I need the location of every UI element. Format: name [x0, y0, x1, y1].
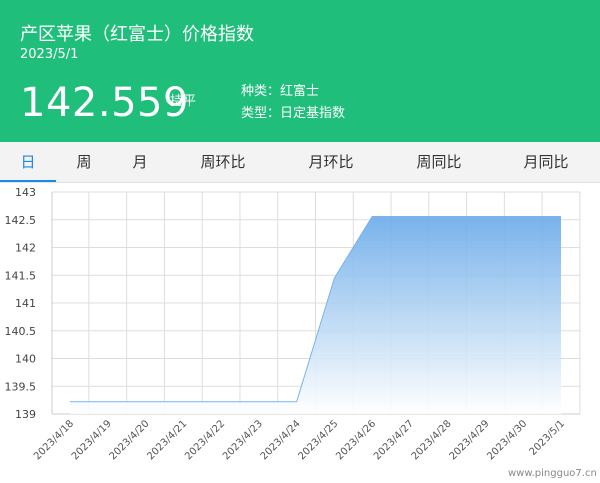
page-title: 产区苹果（红富士）价格指数 — [20, 24, 254, 45]
type-label: 类型：日定基指数 — [241, 106, 346, 121]
y-tick-label: 141.5 — [5, 269, 37, 282]
tab-week-year-on-year[interactable]: 周同比 — [406, 142, 472, 182]
tab-month-on-month[interactable]: 月环比 — [298, 142, 364, 182]
x-tick-label: 2023/4/24 — [259, 418, 303, 462]
price-value: 142.559 — [20, 80, 189, 126]
tab-month-year-on-year[interactable]: 月同比 — [513, 142, 579, 182]
tab-bar: 日 周 月 周环比 月环比 周同比 月同比 — [0, 142, 600, 183]
tab-day[interactable]: 日 — [0, 142, 56, 182]
y-tick-label: 139 — [15, 408, 36, 421]
x-tick-label: 2023/4/26 — [334, 418, 378, 462]
x-tick-label: 2023/4/18 — [32, 418, 76, 462]
x-tick-label: 2023/4/20 — [108, 418, 152, 462]
y-tick-label: 139.5 — [5, 380, 37, 393]
x-tick-label: 2023/4/25 — [296, 418, 340, 462]
header: 产区苹果（红富士）价格指数 2023/5/1 142.559 持平 种类：红富士… — [0, 0, 600, 142]
x-tick-label: 2023/4/23 — [221, 418, 265, 462]
y-axis-ticks: 143 142.5 142 141.5 141 140.5 140 139.5 139 — [5, 186, 37, 421]
tab-week[interactable]: 周 — [65, 142, 103, 182]
x-axis-ticks: 2023/4/182023/4/192023/4/202023/4/212023… — [32, 418, 567, 462]
y-tick-label: 140 — [15, 353, 36, 366]
x-tick-label: 2023/4/30 — [485, 418, 529, 462]
y-tick-label: 142 — [15, 242, 36, 255]
y-tick-label: 143 — [15, 186, 36, 199]
x-tick-label: 2023/5/1 — [528, 418, 568, 458]
y-tick-label: 142.5 — [5, 214, 37, 227]
x-tick-label: 2023/4/28 — [410, 418, 454, 462]
price-index-chart: 143 142.5 142 141.5 141 140.5 140 139.5 139 2023… — [5, 186, 581, 462]
variety-label: 种类：红富士 — [241, 84, 320, 99]
x-tick-label: 2023/4/27 — [372, 418, 416, 462]
date-label: 2023/5/1 — [20, 47, 79, 62]
y-tick-label: 140.5 — [5, 325, 37, 338]
x-tick-label: 2023/4/19 — [70, 418, 114, 462]
watermark: www.pingguo7.cn — [508, 468, 597, 479]
y-tick-label: 141 — [15, 297, 36, 310]
x-tick-label: 2023/4/29 — [448, 418, 492, 462]
x-tick-label: 2023/4/22 — [183, 418, 227, 462]
active-tab-indicator — [0, 180, 56, 182]
change-label: 持平 — [170, 94, 197, 109]
x-tick-label: 2023/4/21 — [145, 418, 189, 462]
tab-month[interactable]: 月 — [121, 142, 159, 182]
tab-week-on-week[interactable]: 周环比 — [190, 142, 256, 182]
